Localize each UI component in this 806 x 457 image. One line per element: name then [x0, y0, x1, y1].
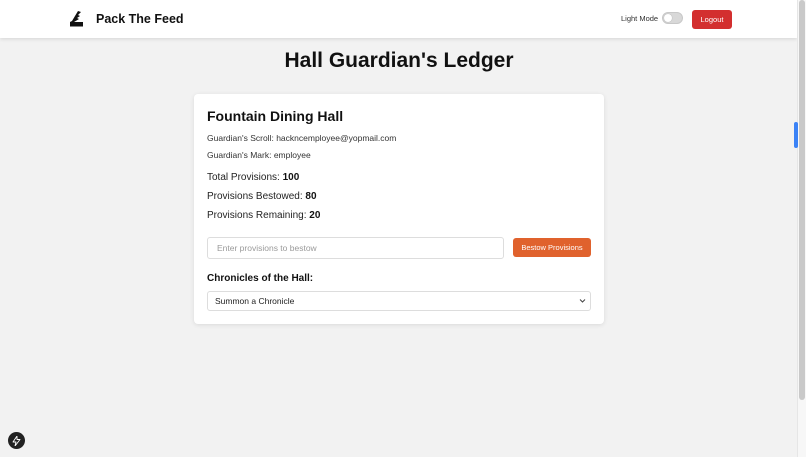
hall-name: Fountain Dining Hall: [207, 108, 344, 124]
provisions-remaining-line: Provisions Remaining: 20: [207, 210, 320, 221]
scrollbar-thumb[interactable]: [799, 0, 805, 400]
provisions-remaining-value: 20: [309, 210, 321, 221]
guardian-mark-line: Guardian's Mark: employee: [207, 150, 311, 160]
theme-label: Light Mode: [621, 13, 659, 23]
brand[interactable]: Pack The Feed: [69, 10, 184, 27]
floating-action-button[interactable]: [8, 432, 25, 449]
bestow-provisions-input[interactable]: [207, 237, 504, 259]
provisions-remaining-label: Provisions Remaining:: [207, 210, 307, 221]
bestow-provisions-button[interactable]: Bestow Provisions: [513, 238, 591, 257]
provisions-bestowed-value: 80: [305, 191, 317, 202]
provisions-bestowed-line: Provisions Bestowed: 80: [207, 191, 317, 202]
top-navbar: Pack The Feed Light Mode Logout: [0, 0, 797, 38]
guardian-scroll-value: hackncemployee@yopmail.com: [276, 133, 397, 143]
side-tab[interactable]: [794, 122, 798, 148]
page-scrollbar[interactable]: [797, 0, 806, 457]
guardian-mark-value: employee: [273, 150, 311, 160]
logout-button[interactable]: Logout: [692, 10, 732, 29]
theme-toggle[interactable]: [662, 12, 684, 24]
total-provisions-line: Total Provisions: 100: [207, 172, 299, 183]
boot-logo-icon: [70, 11, 83, 27]
guardian-mark-label: Guardian's Mark:: [207, 150, 272, 160]
total-provisions-value: 100: [282, 172, 300, 183]
brand-name: Pack The Feed: [96, 11, 184, 26]
lightning-bolt-icon: [12, 435, 21, 446]
toggle-knob: [664, 14, 673, 22]
provisions-bestowed-label: Provisions Bestowed:: [207, 191, 303, 202]
chronicle-select-value: Summon a Chronicle: [215, 296, 295, 306]
page-title: Hall Guardian's Ledger: [284, 49, 514, 72]
hall-card: Fountain Dining Hall Guardian's Scroll: …: [194, 94, 604, 324]
chronicles-label: Chronicles of the Hall:: [207, 273, 314, 284]
theme-toggle-group: Light Mode: [621, 12, 684, 24]
total-provisions-label: Total Provisions:: [207, 172, 280, 183]
guardian-scroll-label: Guardian's Scroll:: [207, 133, 274, 143]
chevron-down-icon: [579, 299, 586, 303]
chronicle-select[interactable]: Summon a Chronicle: [207, 291, 591, 311]
guardian-scroll-line: Guardian's Scroll: hackncemployee@yopmai…: [207, 133, 396, 143]
